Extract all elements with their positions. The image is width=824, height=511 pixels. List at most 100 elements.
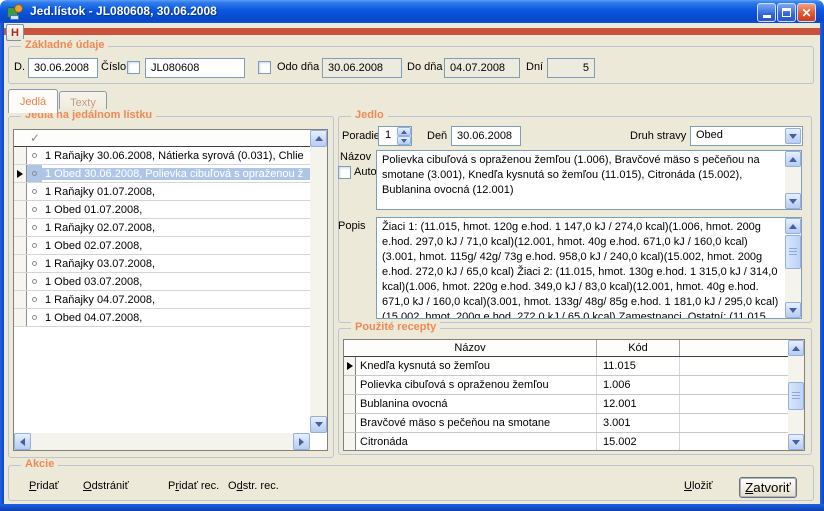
odstr-rec-button[interactable]: Odstr. rec. [228,480,279,492]
table-row[interactable]: Bravčové mäso s pečeňou na smotane3.001 [344,414,788,433]
recipes-table-header: Názov Kód [344,340,788,357]
do-dna-input[interactable]: 04.07.2008 [444,58,520,78]
list-item[interactable]: 1 Raňajky 03.07.2008, [14,255,310,273]
d-label: D. [14,61,25,73]
vscroll-thumb[interactable] [785,235,801,269]
cislo-label: Číslo [101,61,126,73]
list-item-text: 1 Obed 03.07.2008, [42,276,310,288]
row-indicator [14,255,27,272]
row-indicator [344,395,356,413]
recipe-code-cell: 11.015 [597,357,680,375]
scroll-down-icon[interactable] [310,416,327,433]
poradie-stepper[interactable]: 1 [378,126,412,146]
list-item-text: 1 Raňajky 03.07.2008, [42,258,310,270]
zatvorit-button[interactable]: Zatvoriť [739,477,797,498]
meal-list-header: ✓ [14,130,310,147]
tab-jedla[interactable]: Jedlá [8,89,58,113]
den-label: Deň [427,130,447,142]
hscroll-track[interactable] [14,433,310,450]
table-row[interactable]: Knedľa kysnutá so žemľou11.015 [344,357,788,376]
recipes-legend: Použité recepty [351,321,440,333]
list-item-text: 1 Raňajky 02.07.2008, [42,222,310,234]
list-item-text: 1 Obed 04.07.2008, [42,312,310,324]
recipe-name-cell: Polievka cibuľová s opraženou žemľou [356,376,597,394]
list-item[interactable]: 1 Obed 02.07.2008, [14,237,310,255]
table-row[interactable]: Polievka cibuľová s opraženou žemľou1.00… [344,376,788,395]
row-indicator [14,183,27,200]
list-item[interactable]: 1 Raňajky 30.06.2008, Nátierka syrová (0… [14,147,310,165]
column-header-kod[interactable]: Kód [597,340,680,356]
popis-vscrollbar[interactable] [785,218,801,318]
close-button[interactable]: ✕ [797,3,816,22]
window-title: Jed.lístok - JL080608, 30.06.2008 [30,4,217,18]
close-icon: ✕ [801,7,811,19]
spin-down-icon[interactable] [397,136,411,145]
list-item[interactable]: 1 Raňajky 01.07.2008, [14,183,310,201]
pridat-button[interactable]: Pridať [29,480,59,492]
odo-dna-checkbox[interactable] [258,61,271,74]
list-item[interactable]: 1 Obed 30.06.2008, Polievka cibuľová s o… [14,165,310,183]
chevron-down-icon[interactable] [785,128,801,144]
scroll-right-icon[interactable] [293,433,310,450]
scroll-down-icon[interactable] [785,302,801,318]
recipes-vscrollbar[interactable] [788,340,804,450]
spin-up-icon[interactable] [397,127,411,136]
empty-cell [680,433,788,451]
row-indicator [14,309,27,326]
scroll-up-icon[interactable] [785,151,801,167]
empty-cell [680,376,788,394]
scroll-left-icon[interactable] [14,433,31,450]
title-bar[interactable]: Jed.lístok - JL080608, 30.06.2008 ✕ [0,0,824,23]
row-bullet-icon [27,219,42,236]
d-date-input[interactable]: 30.06.2008 [28,58,98,78]
list-item[interactable]: 1 Raňajky 04.07.2008, [14,291,310,309]
druh-stravy-select[interactable]: Obed [690,126,803,146]
maximize-button[interactable] [777,3,796,22]
row-bullet-icon [27,291,42,308]
dni-input[interactable]: 5 [547,58,595,78]
scroll-up-icon[interactable] [785,218,801,234]
maximize-icon [782,8,791,17]
list-item[interactable]: 1 Raňajky 02.07.2008, [14,219,310,237]
row-indicator [344,433,356,451]
vscroll-thumb[interactable] [788,382,804,410]
meal-list-hscrollbar[interactable] [14,433,310,450]
vscroll-track[interactable] [310,130,327,433]
scroll-down-icon[interactable] [785,193,801,209]
list-item[interactable]: 1 Obed 04.07.2008, [14,309,310,327]
nazov-text: Polievka cibuľová s opraženou žemľou (1.… [377,151,785,209]
table-row[interactable]: Citronáda15.002 [344,433,788,451]
nazov-vscrollbar[interactable] [785,151,801,209]
recipe-code-cell: 3.001 [597,414,680,432]
cislo-checkbox[interactable] [127,61,140,74]
list-item-text: 1 Raňajky 04.07.2008, [42,294,310,306]
column-header-nazov[interactable]: Názov [344,340,597,356]
ulozit-button[interactable]: Uložiť [684,480,713,492]
meal-list-vscrollbar[interactable] [310,130,327,433]
scroll-up-icon[interactable] [310,130,327,147]
odstranit-button[interactable]: Odstrániť [83,480,129,492]
row-bullet-icon [27,183,42,200]
pridat-rec-button[interactable]: Pridať rec. [168,480,219,492]
row-indicator-arrow-icon [14,165,27,182]
table-row[interactable]: Bublanina ovocná12.001 [344,395,788,414]
popis-textarea[interactable]: Žiaci 1: (11.015, hmot. 120g e.hod. 1 14… [376,217,802,319]
den-input[interactable]: 30.06.2008 [451,126,521,146]
list-item[interactable]: 1 Obed 03.07.2008, [14,273,310,291]
druh-stravy-value: Obed [696,129,723,141]
nazov-textarea[interactable]: Polievka cibuľová s opraženou žemľou (1.… [376,150,802,210]
checkmark-icon: ✓ [30,131,40,145]
odo-dna-label: Odo dňa [277,61,319,73]
odo-dna-input[interactable]: 30.06.2008 [322,58,402,78]
row-indicator [14,219,27,236]
cislo-input[interactable]: JL080608 [145,58,245,78]
minimize-button[interactable] [757,3,776,22]
window-border-right [820,23,824,504]
list-item[interactable]: 1 Obed 01.07.2008, [14,201,310,219]
row-indicator [344,376,356,394]
row-bullet-icon [27,201,42,218]
scroll-up-icon[interactable] [788,340,804,356]
basic-data-legend: Základné údaje [21,39,108,51]
scroll-down-icon[interactable] [788,434,804,450]
auto-checkbox[interactable] [338,166,351,179]
